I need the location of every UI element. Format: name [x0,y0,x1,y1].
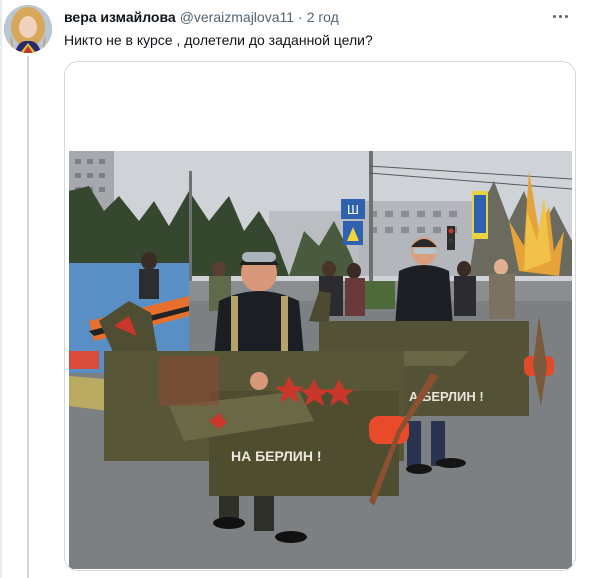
timestamp[interactable]: 2 год [307,8,339,26]
author-name[interactable]: вера измайлова [64,8,176,26]
separator-dot: · [298,9,303,25]
more-horizontal-icon[interactable] [548,6,572,26]
media-attachment[interactable]: Ш А БЕРЛИН ! НА БЕРЛИН ! [64,61,576,571]
svg-text:НА БЕРЛИН !: НА БЕРЛИН ! [231,448,322,464]
avatar-image [4,5,52,53]
thread-line [27,56,29,578]
avatar[interactable] [4,5,52,53]
tweet-header: вера измайлова @veraizmajlova11 · 2 год [64,8,339,28]
svg-text:Ш: Ш [347,202,359,217]
author-handle[interactable]: @veraizmajlova11 [180,8,294,26]
timeline-border [0,0,2,578]
tweet-text: Никто не в курсе , долетели до заданной … [64,32,373,48]
photo: Ш А БЕРЛИН ! НА БЕРЛИН ! [69,151,572,569]
tweet[interactable]: вера измайлова @veraizmajlova11 · 2 год … [0,0,590,578]
